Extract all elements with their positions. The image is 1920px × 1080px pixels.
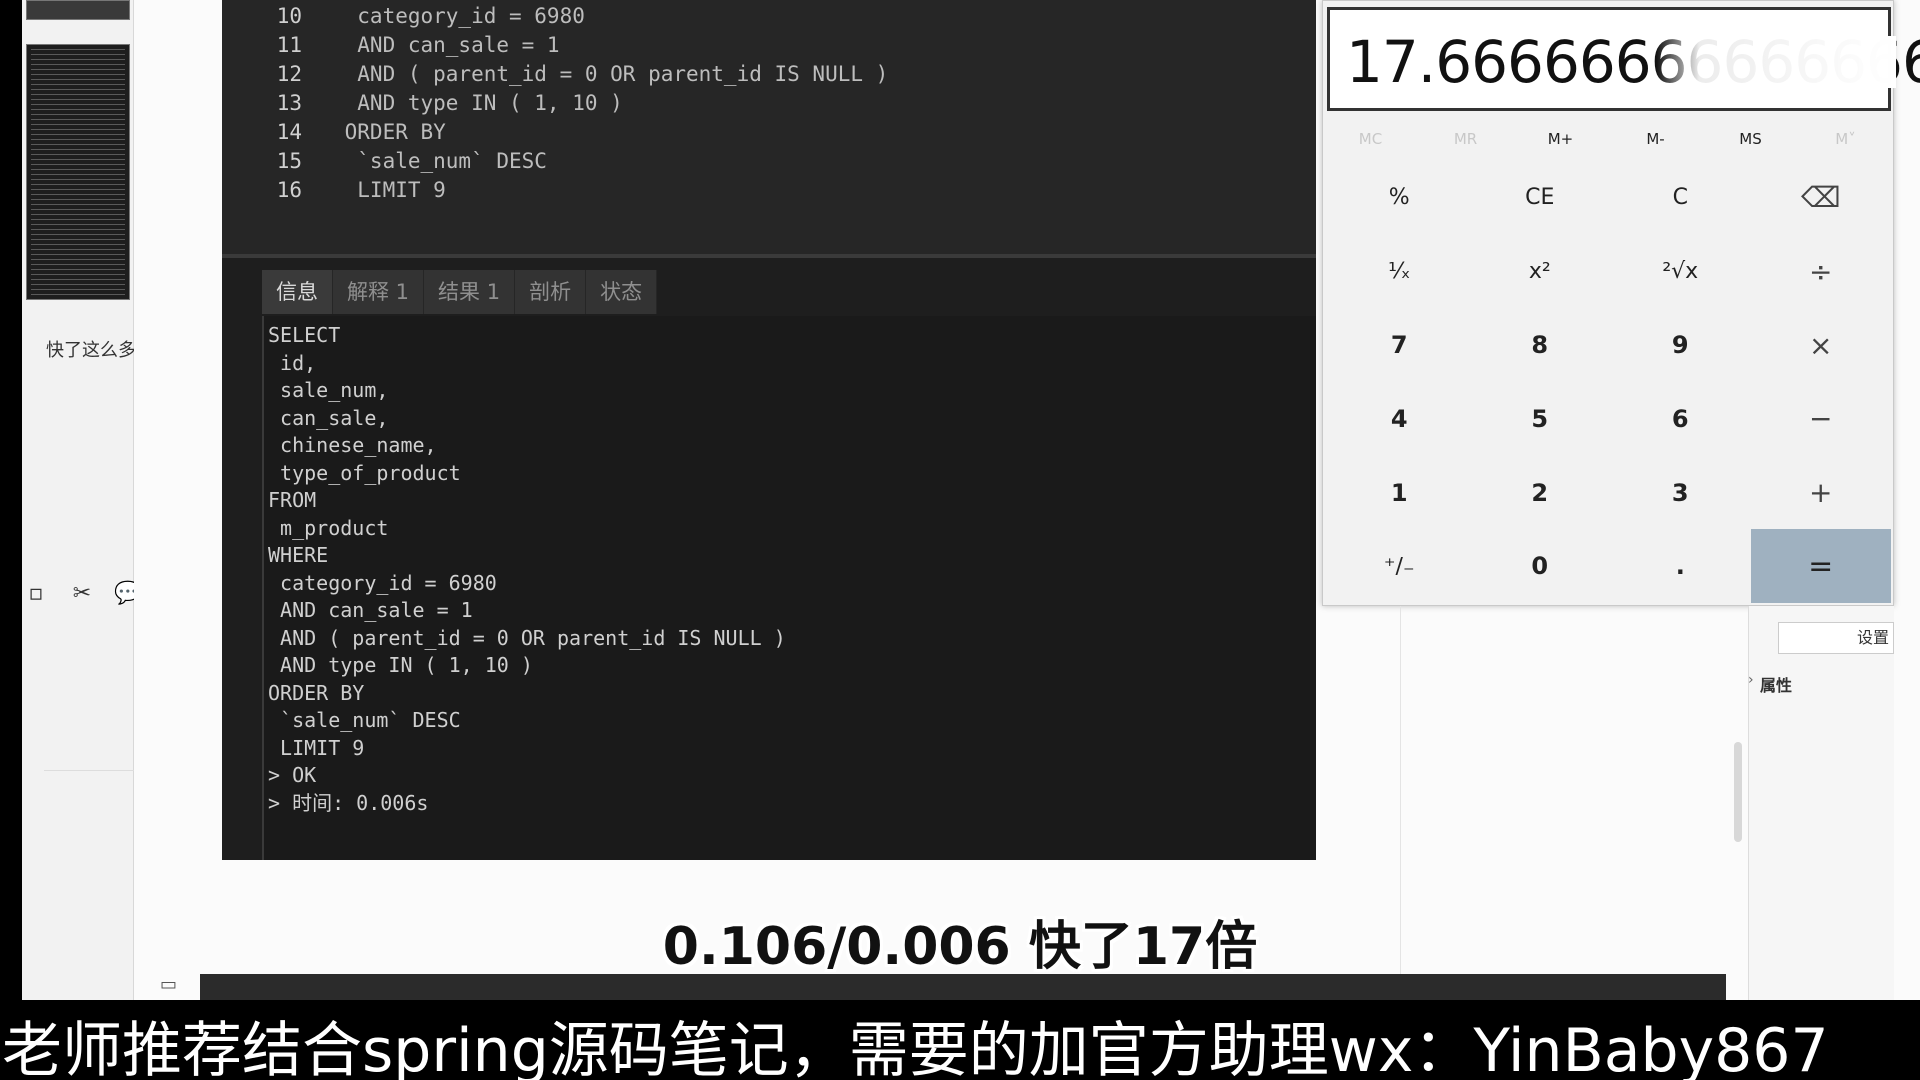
calculator-display: 17.666666666666667 xyxy=(1327,7,1920,111)
digit-8-key[interactable]: 8 xyxy=(1469,308,1610,383)
output-line: can_sale, xyxy=(268,405,389,430)
output-line: WHERE xyxy=(268,543,329,567)
video-caption: 0.106/0.006 快了17倍 xyxy=(662,917,1258,977)
window-icon[interactable]: ▫ xyxy=(22,580,50,608)
reciprocal-key[interactable]: ¹⁄ₓ xyxy=(1329,234,1470,309)
decimal-key[interactable]: . xyxy=(1610,529,1751,604)
slide-thumbnail[interactable] xyxy=(26,44,130,300)
result-tab[interactable]: 结果 1 xyxy=(424,270,516,314)
tool-row: ▫ ✂ 💬 xyxy=(22,580,142,608)
code-text: AND ( parent_id = 0 OR parent_id IS NULL… xyxy=(332,62,889,86)
scissors-icon[interactable]: ✂ xyxy=(68,580,96,608)
slide-thumbnail[interactable] xyxy=(26,0,130,20)
output-line: SELECT xyxy=(268,323,341,347)
memory-button[interactable]: M- xyxy=(1608,121,1703,157)
code-text: category_id = 6980 xyxy=(332,4,585,28)
output-line: id, xyxy=(268,350,317,375)
digit-0-key[interactable]: 0 xyxy=(1469,529,1610,604)
code-text: AND type IN ( 1, 10 ) xyxy=(332,91,623,115)
memory-button[interactable]: MS xyxy=(1703,121,1798,157)
output-line: sale_num, xyxy=(268,378,389,402)
backspace-key[interactable]: ⌫ xyxy=(1750,161,1891,235)
output-line: FROM xyxy=(268,488,317,512)
line-number: 13 xyxy=(276,91,302,115)
line-number: 12 xyxy=(276,62,302,86)
output-line: AND ( parent_id = 0 OR parent_id IS NULL… xyxy=(268,625,786,650)
equals-key[interactable]: = xyxy=(1750,529,1891,604)
chevron-right-icon[interactable]: › xyxy=(1748,672,1754,688)
result-tab[interactable]: 解释 1 xyxy=(333,270,425,314)
code-line: 13 AND type IN ( 1, 10 ) xyxy=(262,89,623,118)
percent-key[interactable]: % xyxy=(1329,161,1470,235)
result-tab[interactable]: 状态 xyxy=(586,270,658,314)
properties-label[interactable]: 属性 xyxy=(1760,672,1792,696)
digit-4-key[interactable]: 4 xyxy=(1329,382,1470,456)
line-number: 14 xyxy=(276,120,302,144)
code-text: AND can_sale = 1 xyxy=(332,33,560,57)
divide-key[interactable]: ÷ xyxy=(1750,234,1891,309)
keypad: % CE C ⌫ ¹⁄ₓ x² ²√x ÷ 7 8 9 × 4 5 6− 1 2 3 + ⁺∕₋ 0. = xyxy=(1329,161,1891,604)
line-number: 16 xyxy=(276,178,302,202)
code-line: 11 AND can_sale = 1 xyxy=(262,31,560,60)
output-line: AND can_sale = 1 xyxy=(268,598,473,622)
memory-button[interactable]: MR xyxy=(1418,121,1513,157)
memory-row: MC MR M+ M- MS M˅ xyxy=(1323,121,1893,157)
output-line: ORDER BY xyxy=(268,680,365,705)
scrollbar[interactable] xyxy=(1734,742,1742,842)
line-number: 10 xyxy=(276,4,302,28)
code-line: 10 category_id = 6980 xyxy=(262,2,585,31)
digit-5-key[interactable]: 5 xyxy=(1469,382,1610,456)
output-line: LIMIT 9 xyxy=(268,735,365,760)
digit-9-key[interactable]: 9 xyxy=(1610,308,1751,383)
output-line: m_product xyxy=(268,515,389,540)
code-line: 14 ORDER BY xyxy=(262,118,446,147)
result-tab[interactable]: 剖析 xyxy=(515,270,587,314)
slide-thumbnail-panel: 快了这么多 xyxy=(22,0,156,1000)
subtract-key[interactable]: − xyxy=(1750,382,1891,456)
output-line: AND type IN ( 1, 10 ) xyxy=(268,653,533,677)
negate-key[interactable]: ⁺∕₋ xyxy=(1329,529,1470,604)
bottom-caption: 老师推荐结合spring源码笔记，需要的加官方助理wx：YinBaby867 xyxy=(2,1016,1829,1080)
memory-button[interactable]: M˅ xyxy=(1798,121,1893,157)
digit-2-key[interactable]: 2 xyxy=(1469,455,1610,530)
clear-entry-key[interactable]: CE xyxy=(1469,161,1610,235)
result-tabs: 信息 解释 1 结果 1 剖析 状态 xyxy=(262,262,1316,314)
settings-button[interactable]: 设置 xyxy=(1778,622,1894,654)
code-text: `sale_num` DESC xyxy=(332,149,547,173)
sqrt-key[interactable]: ²√x xyxy=(1610,234,1751,309)
line-number: 11 xyxy=(276,33,302,57)
digit-3-key[interactable]: 3 xyxy=(1610,455,1751,530)
code-line: 12 AND ( parent_id = 0 OR parent_id IS N… xyxy=(262,60,889,89)
output-line: `sale_num` DESC xyxy=(268,708,461,732)
message-output: SELECT id, sale_num, can_sale, chinese_n… xyxy=(262,316,1316,860)
multiply-key[interactable]: × xyxy=(1750,308,1891,383)
memory-button[interactable]: M+ xyxy=(1513,121,1608,157)
digit-1-key[interactable]: 1 xyxy=(1329,455,1470,530)
add-key[interactable]: + xyxy=(1750,455,1891,530)
query-editor[interactable]: 10 category_id = 6980 11 AND can_sale = 1… xyxy=(222,0,1316,258)
result-tab[interactable]: 信息 xyxy=(262,270,333,314)
code-line: 15 `sale_num` DESC xyxy=(262,147,547,176)
digit-7-key[interactable]: 7 xyxy=(1329,308,1470,383)
clear-key[interactable]: C xyxy=(1610,161,1751,235)
output-line: category_id = 6980 xyxy=(268,570,497,595)
line-number: 15 xyxy=(276,149,302,173)
note-text: 快了这么多 xyxy=(46,340,134,361)
digit-6-key[interactable]: 6 xyxy=(1610,382,1751,456)
blur-overlay xyxy=(1656,36,1896,88)
code-text: LIMIT 9 xyxy=(332,178,446,202)
memory-button[interactable]: MC xyxy=(1323,121,1418,157)
output-line: type_of_product xyxy=(268,460,461,485)
code-line: 16 LIMIT 9 xyxy=(262,176,446,205)
output-line: > 时间: 0.006s xyxy=(268,790,429,815)
calculator-window: 17.666666666666667 MC MR M+ M- MS M˅ % CE C ⌫ ¹⁄ₓ… xyxy=(1322,0,1920,606)
output-line: chinese_name, xyxy=(268,433,437,457)
sql-editor: 10 category_id = 6980 11 AND can_sale = 1… xyxy=(222,0,1316,860)
output-line: > OK xyxy=(268,763,317,787)
square-key[interactable]: x² xyxy=(1469,234,1610,309)
code-text: ORDER BY xyxy=(332,120,446,144)
